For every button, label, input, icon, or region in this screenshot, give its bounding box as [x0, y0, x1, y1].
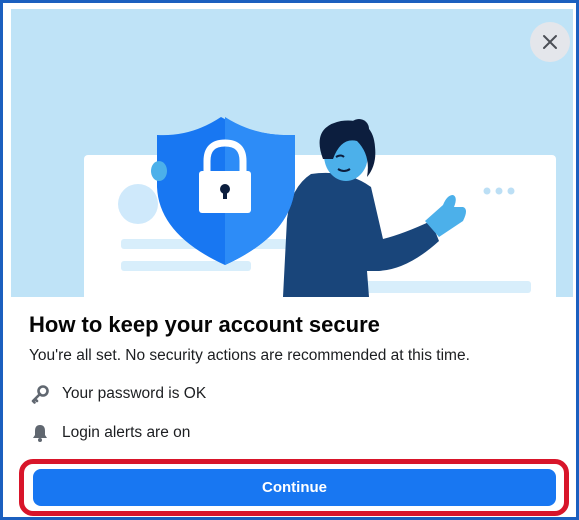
dialog-subtitle: You're all set. No security actions are … — [29, 347, 470, 364]
card-avatar-placeholder — [118, 184, 158, 224]
security-dialog: How to keep your account secure You're a… — [0, 0, 579, 520]
key-icon — [29, 383, 51, 405]
password-status-label: Your password is OK — [62, 385, 207, 402]
security-illustration — [11, 9, 573, 297]
login-alerts-label: Login alerts are on — [62, 424, 191, 441]
hero-artwork — [84, 117, 556, 297]
dialog-title: How to keep your account secure — [29, 312, 380, 337]
login-alerts-row: Login alerts are on — [29, 422, 190, 444]
continue-button[interactable]: Continue — [33, 469, 556, 506]
password-status-row: Your password is OK — [29, 383, 206, 405]
close-button[interactable] — [530, 22, 570, 62]
close-icon — [543, 35, 557, 49]
bell-icon — [29, 422, 51, 444]
